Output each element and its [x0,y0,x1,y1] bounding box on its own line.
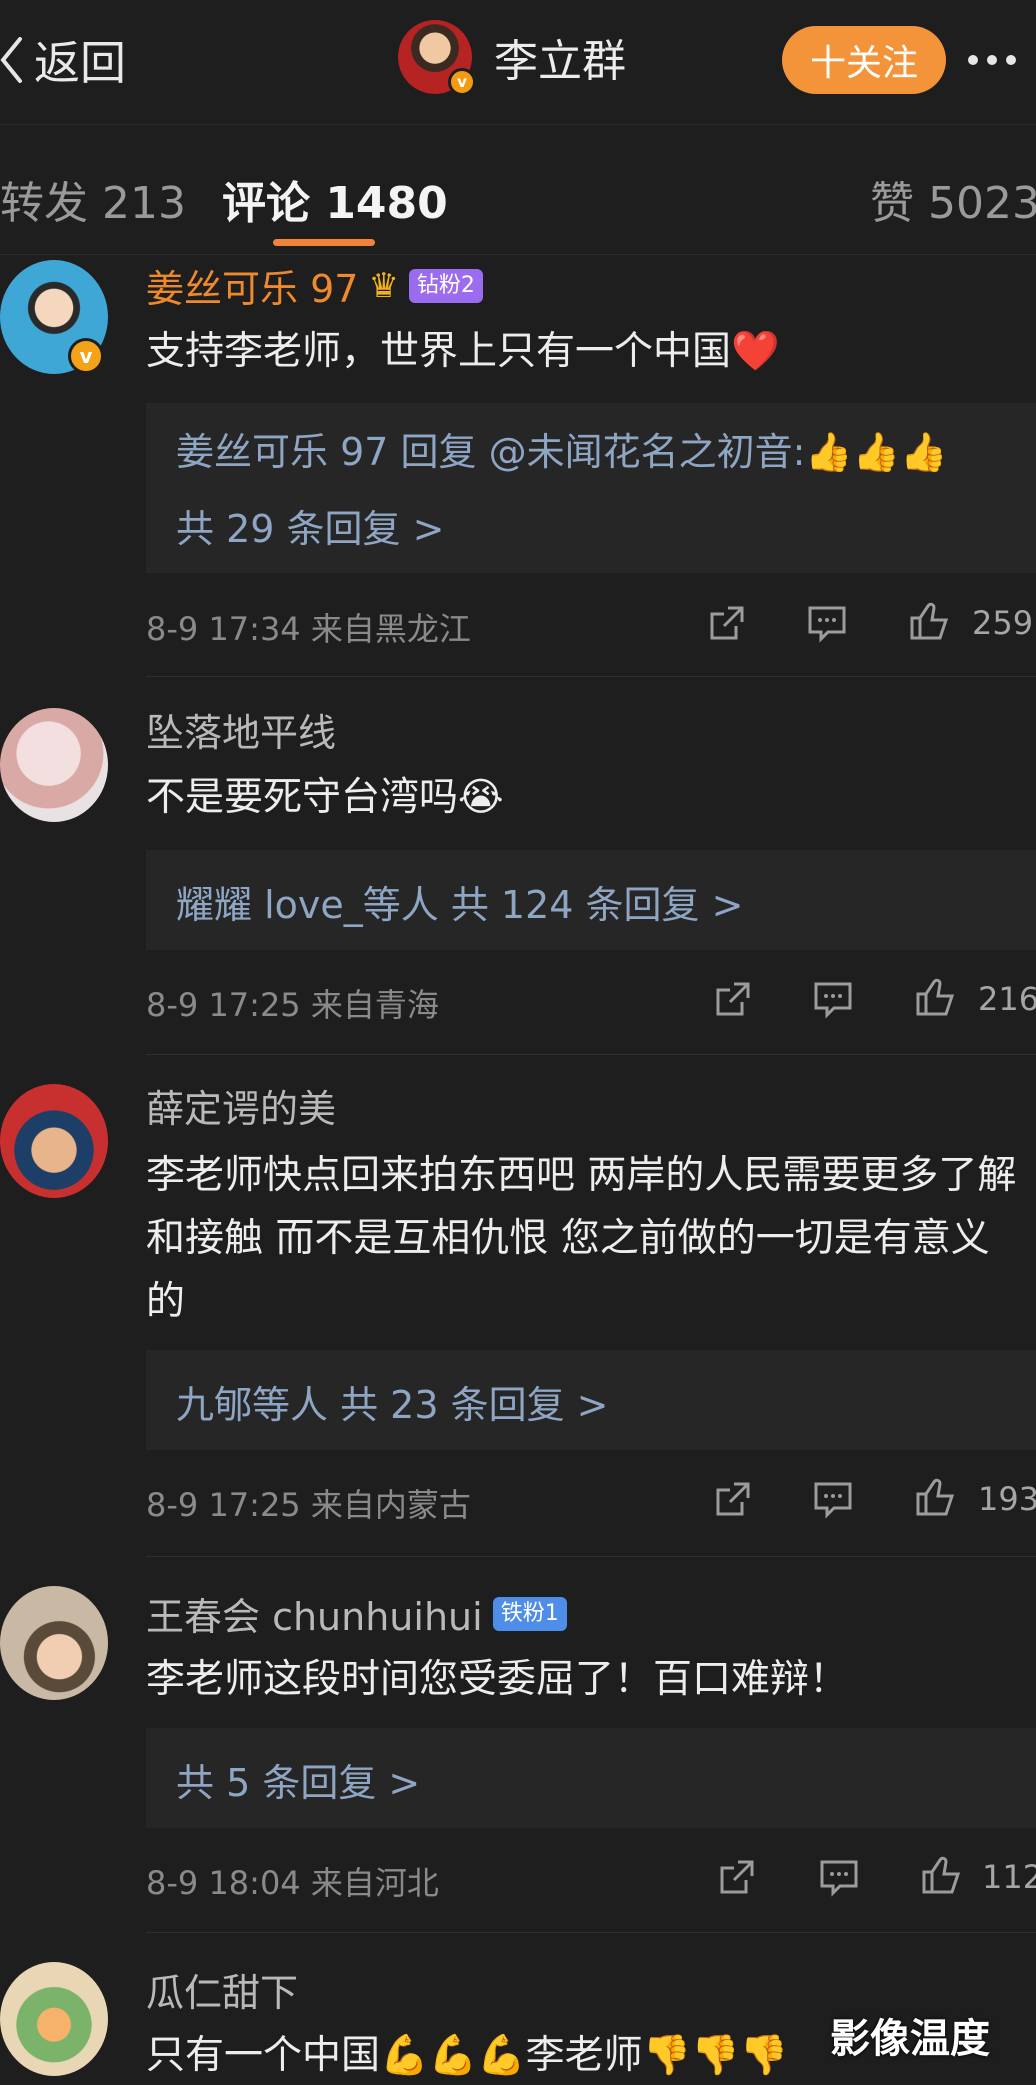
divider [146,1932,1036,1933]
comment-meta: 8-9 17:25 来自内蒙古 [146,1480,471,1526]
reply-count-link[interactable]: 共 29 条回复 > [176,476,1036,553]
commenter-name-text: 坠落地平线 [146,711,337,755]
comment-time: 8-9 18:04 [146,1864,301,1902]
comment-icon[interactable] [818,1856,874,1906]
reply-line: 姜丝可乐 97 回复 @未闻花名之初音:👍👍👍 [176,430,948,474]
watermark: 影像温度 [830,2016,990,2062]
comment-time: 8-9 17:34 [146,610,301,648]
commenter-name[interactable]: 瓜仁甜下 [146,1962,298,2017]
back-label: 返回 [34,36,126,90]
comment-time: 8-9 17:25 [146,986,301,1024]
reply-preview[interactable]: 九郇等人 共 23 条回复 > [146,1350,1036,1450]
reply-preview[interactable]: 耀耀 love_等人 共 124 条回复 > [146,850,1036,950]
avatar[interactable]: v [0,260,108,374]
more-options-icon[interactable] [968,26,1036,94]
avatar[interactable] [0,1962,108,2076]
commenter-name-text: 王春会 chunhuihui [146,1595,483,1639]
comment-icon[interactable] [812,978,868,1028]
reply-preview[interactable]: 共 5 条回复 > [146,1728,1036,1828]
reply-count-link[interactable]: 耀耀 love_等人 共 124 条回复 > [176,850,1036,929]
reply-count-link[interactable]: 九郇等人 共 23 条回复 > [176,1350,1036,1429]
avatar[interactable] [0,1084,108,1198]
commenter-name-text: 姜丝可乐 97 [146,267,359,311]
crown-icon: ♛ [368,265,399,306]
commenter-name[interactable]: 坠落地平线 [146,702,336,757]
verified-badge-icon: v [68,338,104,374]
comment-meta: 8-9 18:04 来自河北 [146,1858,439,1904]
comment-time: 8-9 17:25 [146,1486,301,1524]
comment-text: 不是要死守台湾吗😭 [146,775,504,820]
comment-location: 来自河北 [310,1864,439,1902]
commenter-name[interactable]: 姜丝可乐 97 ♛ 钻粉2 [146,258,483,313]
tab-reposts[interactable]: 转发 213 [0,167,186,231]
top-bar: 返回 v 李立群 十关注 [0,0,1036,125]
fan-level-badge: 铁粉1 [492,1596,567,1631]
comment-text: 支持李老师，世界上只有一个中国❤️ [146,329,780,374]
reply-count-link[interactable]: 共 5 条回复 > [176,1728,1036,1807]
active-tab-indicator [273,239,375,246]
comment-text: 李老师快点回来拍东西吧 两岸的人民需要更多了解和接触 而不是互相仇恨 您之前做的… [146,1153,1017,1324]
like-icon[interactable] [914,976,970,1026]
back-button[interactable]: 返回 [0,22,126,98]
share-icon[interactable] [716,1856,772,1906]
tab-likes[interactable]: 赞 5023 [870,167,1036,231]
owner-avatar[interactable]: v [398,20,476,96]
share-icon[interactable] [712,1478,768,1528]
comment-meta: 8-9 17:25 来自青海 [146,980,439,1026]
fan-level-badge: 钻粉2 [408,268,483,303]
commenter-name[interactable]: 薛定谔的美 [146,1078,336,1133]
chevron-left-icon [0,37,22,83]
avatar[interactable] [0,708,108,822]
like-count: 216 [978,980,1036,1018]
comment-meta: 8-9 17:34 来自黑龙江 [146,604,471,650]
comment-location: 来自内蒙古 [310,1486,471,1524]
like-icon[interactable] [908,600,964,650]
comment-location: 来自青海 [310,986,439,1024]
like-icon[interactable] [914,1476,970,1526]
share-icon[interactable] [706,602,762,652]
like-count: 193 [978,1480,1036,1518]
divider [146,676,1036,677]
comment-icon[interactable] [806,602,862,652]
owner-name: 李立群 [494,36,626,87]
comment-icon[interactable] [812,1478,868,1528]
verified-badge-icon: v [448,68,476,96]
reply-preview[interactable]: 姜丝可乐 97 回复 @未闻花名之初音:👍👍👍 共 29 条回复 > [146,403,1036,573]
commenter-name-text: 薛定谔的美 [146,1087,337,1131]
like-count: 259 [972,604,1034,642]
like-icon[interactable] [920,1854,976,1904]
comment-text: 李老师这段时间您受委屈了！百口难辩！ [146,1657,849,1702]
divider [146,1556,1036,1557]
comment-location: 来自黑龙江 [310,610,471,648]
like-count: 112 [982,1858,1036,1896]
post-owner[interactable]: v 李立群 [398,20,626,96]
follow-button[interactable]: 十关注 [782,26,946,94]
tab-comments[interactable]: 评论 1480 [222,167,448,231]
commenter-name[interactable]: 王春会 chunhuihui 铁粉1 [146,1586,567,1641]
commenter-name-text: 瓜仁甜下 [146,1971,299,2015]
tab-bar: 转发 213 评论 1480 赞 5023 [0,125,1036,255]
share-icon[interactable] [712,978,768,1028]
avatar[interactable] [0,1586,108,1700]
divider [146,1054,1036,1055]
